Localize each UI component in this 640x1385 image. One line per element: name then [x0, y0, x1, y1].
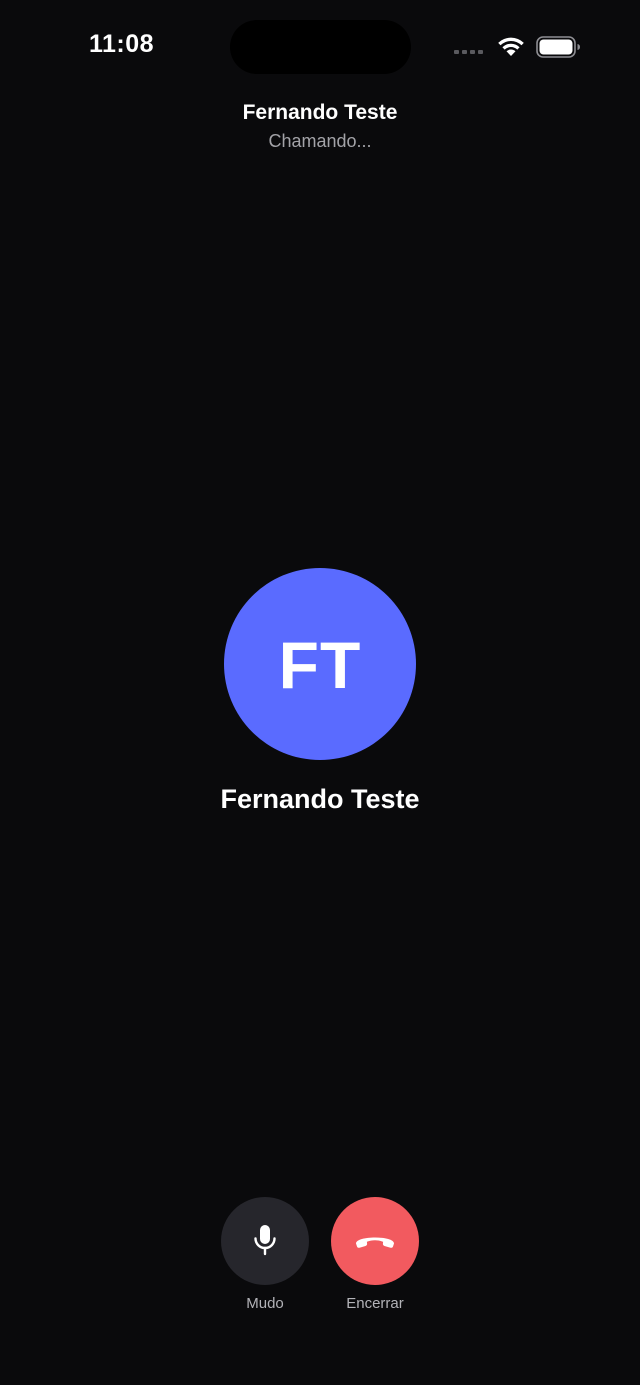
- dynamic-island: [230, 20, 411, 74]
- caller-name: Fernando Teste: [220, 784, 420, 814]
- status-time: 11:08: [89, 30, 155, 58]
- end-call-label: Encerrar: [346, 1295, 404, 1312]
- microphone-icon: [254, 1225, 276, 1256]
- cellular-signal-icon: [454, 50, 483, 54]
- hang-up-icon: [356, 1237, 394, 1248]
- battery-icon: [536, 36, 580, 58]
- mute-control: Mudo: [221, 1197, 309, 1312]
- end-call-control: Encerrar: [331, 1197, 419, 1312]
- wifi-icon: [498, 37, 524, 56]
- header-caller-name: Fernando Teste: [242, 101, 398, 124]
- avatar-initials: FT: [278, 628, 362, 702]
- mute-label: Mudo: [246, 1295, 284, 1312]
- caller-avatar: FT: [224, 568, 416, 760]
- mute-button[interactable]: [221, 1197, 309, 1285]
- call-screen: 11:08 Fernando Teste Chamando... FT Fern…: [0, 0, 640, 1385]
- end-call-button[interactable]: [331, 1197, 419, 1285]
- call-status: Chamando...: [268, 131, 372, 151]
